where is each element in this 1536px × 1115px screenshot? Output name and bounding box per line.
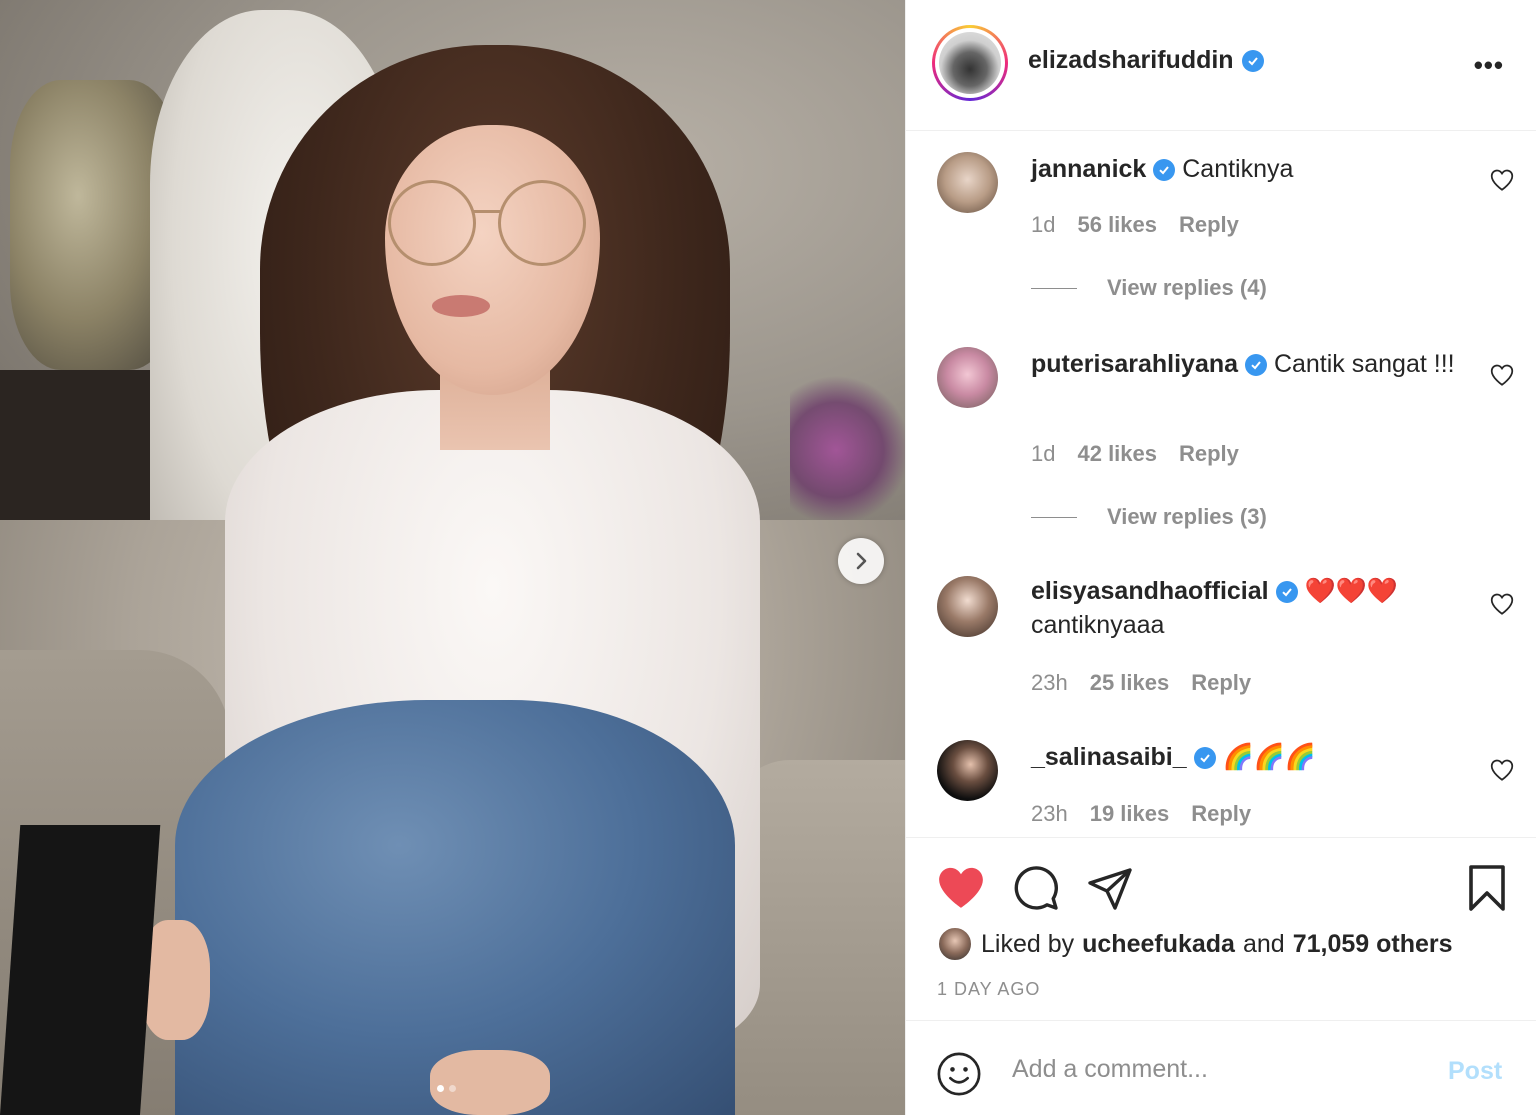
comment-time[interactable]: 23h [1031, 670, 1068, 696]
verified-badge-icon [1193, 747, 1216, 770]
emoji-icon[interactable] [936, 1051, 982, 1097]
owner-username-row: elizadsharifuddin [1028, 46, 1264, 75]
comment-text: Cantik sangat !!! [1273, 350, 1455, 378]
photo-glasses-right [498, 180, 586, 266]
verified-badge-icon [1153, 159, 1176, 182]
verified-badge-icon [1244, 354, 1267, 377]
verified-badge-icon [1241, 49, 1264, 72]
comment-list[interactable]: jannanick Cantiknya 1d 56 likes Reply Vi… [906, 132, 1536, 837]
comment-likes[interactable]: 56 likes [1077, 212, 1157, 238]
post-comment-button[interactable]: Post [1448, 1057, 1502, 1086]
share-icon[interactable] [1086, 864, 1134, 912]
view-replies-button[interactable]: View replies (3) [1031, 504, 1267, 530]
post-photo[interactable] [0, 0, 905, 1115]
comment-avatar[interactable] [937, 740, 998, 801]
photo-hand-right [430, 1050, 550, 1115]
photo-laptop [0, 825, 161, 1115]
comment-text: 🌈🌈🌈 [1222, 743, 1316, 771]
comment-time[interactable]: 1d [1031, 212, 1055, 238]
carousel-dot-active [437, 1085, 444, 1092]
comment-meta: 23h 25 likes Reply [1031, 670, 1251, 696]
comment-meta: 1d 42 likes Reply [1031, 441, 1239, 467]
comment-likes[interactable]: 42 likes [1077, 441, 1157, 467]
owner-avatar-story-ring[interactable] [932, 25, 1008, 101]
comment-username[interactable]: elisyasandhaofficial [1031, 577, 1269, 605]
owner-username[interactable]: elizadsharifuddin [1028, 46, 1234, 75]
owner-avatar [939, 32, 1001, 94]
photo-flowers [790, 370, 905, 530]
comment-avatar[interactable] [937, 347, 998, 408]
photo-glasses-left [388, 180, 476, 266]
heart-icon[interactable] [1489, 757, 1515, 783]
post-header: elizadsharifuddin ••• [906, 0, 1536, 131]
divider [1031, 287, 1077, 289]
reply-button[interactable]: Reply [1179, 212, 1239, 238]
photo-lips [432, 295, 490, 317]
carousel-indicator [437, 1085, 456, 1092]
liked-by-avatar[interactable] [937, 926, 973, 962]
comment-time[interactable]: 1d [1031, 441, 1055, 467]
comment-body: elisyasandhaofficial ❤️❤️❤️ cantiknyaaa [1031, 574, 1461, 642]
verified-badge-icon [1275, 581, 1298, 604]
view-replies-button[interactable]: View replies (4) [1031, 275, 1267, 301]
post-actions: Liked by uchee​fukada and 71,059 others … [906, 837, 1536, 1020]
more-options-icon[interactable]: ••• [1474, 50, 1504, 81]
comment-meta: 23h 19 likes Reply [1031, 801, 1251, 827]
view-replies-label: View replies (3) [1107, 504, 1267, 529]
heart-icon[interactable] [1489, 591, 1515, 617]
reply-button[interactable]: Reply [1191, 801, 1251, 827]
heart-icon[interactable] [1489, 167, 1515, 193]
post-timestamp[interactable]: 1 DAY AGO [937, 979, 1040, 1000]
liked-by-conj: and [1242, 929, 1285, 958]
bookmark-icon[interactable] [1466, 864, 1508, 912]
post-side-panel: elizadsharifuddin ••• jannanick Cantikny… [905, 0, 1536, 1115]
comment-icon[interactable] [1012, 864, 1060, 912]
comment-meta: 1d 56 likes Reply [1031, 212, 1239, 238]
comment-likes[interactable]: 25 likes [1090, 670, 1170, 696]
comment-avatar[interactable] [937, 576, 998, 637]
comment-likes[interactable]: 19 likes [1090, 801, 1170, 827]
divider [1031, 516, 1077, 518]
reply-button[interactable]: Reply [1191, 670, 1251, 696]
reply-button[interactable]: Reply [1179, 441, 1239, 467]
comment-time[interactable]: 23h [1031, 801, 1068, 827]
comment-body: _salinasaibi_ 🌈🌈🌈 [1031, 740, 1461, 774]
carousel-next-button[interactable] [838, 538, 884, 584]
comment-body: jannanick Cantiknya [1031, 152, 1461, 186]
liked-by-others[interactable]: 71,059 others [1293, 930, 1453, 959]
carousel-dot [449, 1085, 456, 1092]
heart-icon[interactable] [936, 864, 986, 910]
photo-glasses-bridge [474, 210, 500, 213]
view-replies-label: View replies (4) [1107, 275, 1267, 300]
liked-by-prefix: Liked by [981, 929, 1075, 958]
chevron-right-icon [856, 552, 867, 570]
comment-username[interactable]: puterisarahliyana [1031, 350, 1238, 378]
comment-text: Cantiknya [1182, 155, 1294, 183]
comment-avatar[interactable] [937, 152, 998, 213]
liked-by-username[interactable]: uchee​fukada [1082, 930, 1235, 959]
comment-username[interactable]: jannanick [1031, 155, 1146, 183]
comment-username[interactable]: _salinasaibi_ [1031, 743, 1187, 771]
add-comment-bar: Post [906, 1020, 1536, 1115]
liked-by-summary: Liked by uchee​fukada and 71,059 others [937, 926, 1453, 962]
comment-body: puterisarahliyana Cantik sangat !!! [1031, 347, 1461, 381]
comment-input[interactable] [1012, 1049, 1432, 1089]
heart-icon[interactable] [1489, 362, 1515, 388]
